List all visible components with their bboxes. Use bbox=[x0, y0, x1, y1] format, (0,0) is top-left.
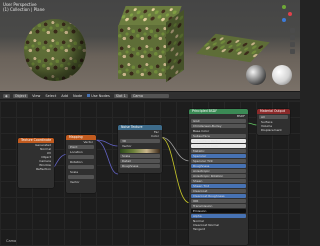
sheen-tint-field[interactable]: Sheen Tint bbox=[191, 184, 246, 188]
principled-bsdf-node[interactable]: Principled BSDF BSDF GGX Christensen-Bur… bbox=[189, 109, 248, 245]
y-axis-icon[interactable] bbox=[282, 5, 286, 9]
camo-cube[interactable] bbox=[118, 25, 166, 79]
socket-vector[interactable]: Vector bbox=[118, 144, 162, 148]
mapping-node[interactable]: Mapping Vector Point Location Rotation S… bbox=[66, 135, 96, 193]
object-mode-dropdown[interactable]: Object bbox=[12, 93, 29, 98]
specular-tint-field[interactable]: Specular Tint bbox=[191, 159, 246, 163]
mapping-scale-field[interactable] bbox=[68, 175, 94, 179]
socket-color[interactable]: Color bbox=[118, 134, 162, 138]
camo-plane[interactable] bbox=[196, 33, 270, 63]
hdri-preview-chrome-ball bbox=[246, 65, 266, 85]
link-ramp-bsdf bbox=[159, 136, 191, 204]
metallic-field[interactable]: Metallic bbox=[191, 149, 246, 153]
camo-sphere[interactable] bbox=[24, 19, 86, 81]
socket-reflection[interactable]: Reflection bbox=[18, 167, 54, 171]
noise-texture-node[interactable]: Noise Texture Fac Color 3D Vector Scale … bbox=[118, 125, 162, 173]
node-editor[interactable]: Texture Coordinate Generated Normal UV O… bbox=[0, 101, 300, 246]
mapping-location-field[interactable] bbox=[68, 155, 94, 159]
socket-vector-out[interactable]: Vector bbox=[66, 140, 96, 144]
clearcoat-roughness-field[interactable]: Clearcoat Roughness bbox=[191, 194, 246, 198]
subsurface-radius-field[interactable]: Subsurface Radius bbox=[191, 139, 246, 143]
mapping-location-label: Location bbox=[70, 150, 83, 154]
link-noise-ramp bbox=[159, 136, 191, 162]
material-output-node[interactable]: Material Output All Surface Volume Displ… bbox=[257, 109, 290, 135]
viewport-collection-label: (1) Collection | Plane bbox=[3, 7, 45, 12]
add-menu[interactable]: Add bbox=[60, 94, 69, 98]
mapping-type-dropdown[interactable]: Point bbox=[68, 145, 94, 149]
subsurface-field[interactable]: Subsurface bbox=[191, 134, 246, 138]
anisotropic-rotation-field[interactable]: Anisotropic Rotation bbox=[191, 174, 246, 178]
noise-detail-field[interactable]: Detail bbox=[120, 159, 160, 163]
use-nodes-toggle[interactable]: Use Nodes bbox=[86, 94, 111, 98]
subsurface-method-dropdown[interactable]: Christensen-Burley bbox=[191, 124, 246, 128]
viewport-info: User Perspective (1) Collection | Plane bbox=[3, 2, 45, 12]
material-name-field[interactable]: Camo bbox=[130, 93, 169, 98]
z-axis-icon[interactable] bbox=[282, 18, 286, 22]
noise-scale-field[interactable]: Scale bbox=[120, 154, 160, 158]
slot-dropdown[interactable]: Slot 1 bbox=[113, 93, 128, 98]
sheen-field[interactable]: Sheen bbox=[191, 179, 246, 183]
zoom-icon[interactable] bbox=[290, 28, 295, 33]
roughness-field[interactable]: Roughness bbox=[191, 164, 246, 168]
select-menu[interactable]: Select bbox=[44, 94, 57, 98]
navigation-gizmo[interactable] bbox=[274, 4, 294, 24]
noise-roughness-field[interactable]: Roughness bbox=[120, 164, 160, 168]
perspective-icon[interactable] bbox=[290, 49, 295, 54]
pan-icon[interactable] bbox=[290, 35, 295, 40]
hdri-preview-diffuse-ball bbox=[272, 65, 292, 85]
node-title: Material Output bbox=[257, 109, 290, 114]
clearcoat-field[interactable]: Clearcoat bbox=[191, 189, 246, 193]
texture-coordinate-node[interactable]: Texture Coordinate Generated Normal UV O… bbox=[18, 138, 54, 188]
distribution-dropdown[interactable]: GGX bbox=[191, 119, 246, 123]
mapping-rotation-field[interactable] bbox=[68, 165, 94, 169]
transmission-field[interactable]: Transmission bbox=[191, 204, 246, 208]
ior-field[interactable]: IOR bbox=[191, 199, 246, 203]
mapping-scale-label: Scale bbox=[70, 170, 79, 174]
link-mapping-noise2 bbox=[94, 139, 119, 175]
color-ramp-bar[interactable] bbox=[120, 149, 160, 153]
viewport-tools bbox=[290, 28, 296, 56]
specular-field[interactable]: Specular bbox=[191, 154, 246, 158]
node-menu[interactable]: Node bbox=[72, 94, 83, 98]
socket-base-color[interactable]: Base Color bbox=[189, 129, 248, 133]
socket-vector-in[interactable]: Vector bbox=[66, 180, 96, 184]
x-axis-icon[interactable] bbox=[288, 12, 292, 16]
socket-tangent[interactable]: Tangent bbox=[189, 227, 248, 231]
3d-viewport[interactable]: User Perspective (1) Collection | Plane bbox=[0, 0, 300, 91]
checkbox-icon bbox=[87, 94, 91, 97]
alpha-field[interactable]: Alpha bbox=[191, 214, 246, 218]
editor-type-icon[interactable]: ◈ bbox=[3, 93, 10, 98]
material-name-label: Camo bbox=[6, 239, 17, 243]
noise-dimensions-dropdown[interactable]: 3D bbox=[120, 139, 160, 143]
camo-cube-side[interactable] bbox=[166, 9, 184, 83]
mapping-rotation-label: Rotation bbox=[70, 160, 83, 164]
output-target-dropdown[interactable]: All bbox=[259, 115, 288, 119]
view-menu[interactable]: View bbox=[31, 94, 41, 98]
subsurface-color-field[interactable]: Subsurface Color bbox=[191, 144, 246, 148]
socket-displacement[interactable]: Displacement bbox=[257, 128, 290, 132]
anisotropic-field[interactable]: Anisotropic bbox=[191, 169, 246, 173]
camera-icon[interactable] bbox=[290, 42, 295, 47]
emission-field[interactable]: Emission bbox=[191, 209, 246, 213]
shader-editor-header: ◈ Object View Select Add Node Use Nodes … bbox=[0, 91, 300, 100]
socket-bsdf[interactable]: BSDF bbox=[189, 114, 248, 118]
